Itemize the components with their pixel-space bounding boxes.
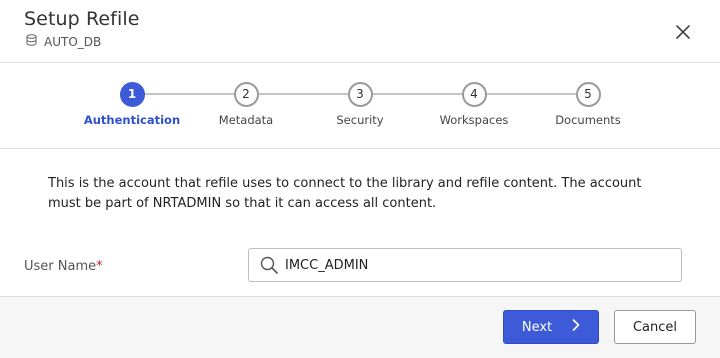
required-marker: * [96, 259, 103, 274]
step-number: 3 [347, 82, 373, 107]
step-number: 5 [575, 82, 601, 107]
close-button[interactable] [670, 20, 696, 46]
next-button-label: Next [521, 319, 553, 335]
step-number: 2 [233, 82, 259, 107]
step-documents[interactable]: 5 Documents [528, 82, 648, 127]
dialog-title: Setup Refile [24, 8, 140, 30]
step-label: Security [336, 113, 384, 127]
step-authentication[interactable]: 1 Authentication [72, 82, 192, 127]
close-icon [676, 24, 690, 43]
search-icon [249, 256, 283, 274]
user-name-input[interactable] [283, 257, 665, 273]
user-name-field[interactable] [248, 248, 682, 282]
step-metadata[interactable]: 2 Metadata [186, 82, 306, 127]
stepper: 1 Authentication 2 Metadata 3 Security 4… [0, 62, 720, 149]
step-security[interactable]: 3 Security [300, 82, 420, 127]
dialog-header: Setup Refile AUTO_DB [0, 0, 720, 63]
next-button[interactable]: Next [503, 310, 599, 344]
step-number: 1 [119, 82, 145, 107]
step-number: 4 [461, 82, 487, 107]
chevron-right-icon [572, 319, 580, 335]
step-workspaces[interactable]: 4 Workspaces [414, 82, 534, 127]
description-text: This is the account that refile uses to … [48, 176, 642, 211]
database-icon [26, 34, 37, 49]
step-label: Workspaces [439, 113, 509, 127]
step-label: Authentication [83, 113, 181, 127]
step-label: Metadata [218, 113, 274, 127]
dialog-footer: Next Cancel [0, 296, 720, 358]
database-name: AUTO_DB [44, 34, 102, 49]
dialog-subtitle: AUTO_DB [26, 34, 101, 49]
dialog-content: This is the account that refile uses to … [0, 149, 720, 296]
cancel-button[interactable]: Cancel [614, 310, 696, 344]
user-name-label: User Name* [24, 259, 103, 274]
user-name-label-text: User Name [24, 259, 97, 274]
step-label: Documents [555, 113, 621, 127]
